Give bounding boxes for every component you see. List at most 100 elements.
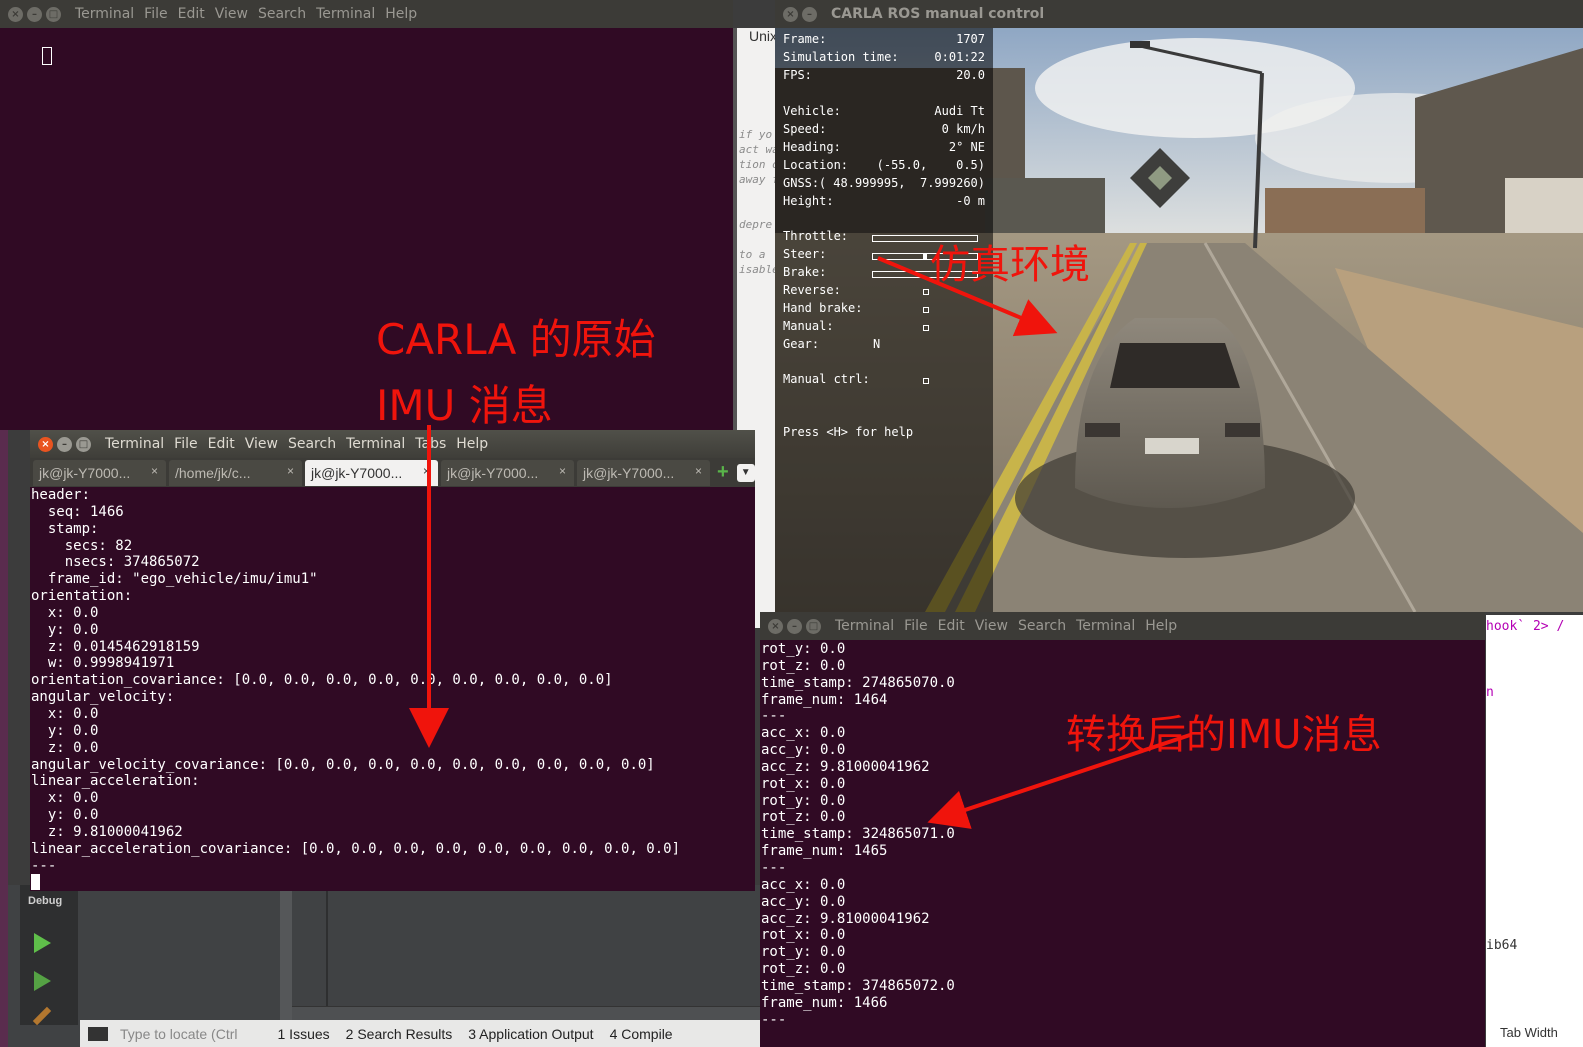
- hud-vehicle-value: Audi Tt: [934, 104, 985, 118]
- tab-label: jk@jk-Y7000...: [447, 464, 539, 481]
- menu-file[interactable]: File: [174, 436, 197, 452]
- close-icon[interactable]: ×: [8, 6, 23, 22]
- terminal-line: rot_y: 0.0: [761, 944, 846, 961]
- tab-list-chevron-down-icon[interactable]: ▼: [736, 463, 755, 482]
- manual-checkbox: [923, 325, 929, 331]
- menu-file[interactable]: File: [904, 618, 927, 634]
- ide-scrollbar[interactable]: [280, 885, 292, 1020]
- menu-tabs[interactable]: Tabs: [415, 436, 446, 452]
- tab-close-icon[interactable]: ×: [695, 464, 702, 478]
- tab-close-icon[interactable]: ×: [423, 464, 430, 478]
- run-icon[interactable]: [34, 933, 51, 953]
- terminal-line: angular_velocity_covariance: [0.0, 0.0, …: [31, 756, 655, 773]
- ide-hscrollbar[interactable]: [292, 1006, 762, 1020]
- maximize-icon[interactable]: □: [806, 618, 821, 634]
- terminal-cursor: [41, 46, 52, 65]
- menu-terminal-2[interactable]: Terminal: [1076, 618, 1135, 634]
- code-fragment: if yo: [739, 128, 773, 141]
- minimize-icon[interactable]: –: [57, 436, 72, 452]
- issues-pane-button[interactable]: 1 Issues: [278, 1026, 330, 1042]
- build-hammer-icon[interactable]: [32, 1006, 52, 1026]
- terminal-cursor: [31, 874, 40, 891]
- search-results-pane-button[interactable]: 2 Search Results: [346, 1026, 453, 1042]
- ide-output-panes-bar: Type to locate (Ctrl 1 Issues 2 Search R…: [80, 1020, 780, 1047]
- hud-help-text: Press <H> for help: [783, 425, 914, 439]
- terminal-line: secs: 82: [31, 537, 133, 554]
- hud-frame-label: Frame:: [783, 32, 827, 46]
- hud-reverse-label: Reverse:: [783, 283, 841, 297]
- application-output-pane-button[interactable]: 3 Application Output: [468, 1026, 593, 1042]
- minimize-icon[interactable]: –: [787, 618, 802, 634]
- debug-run-icon[interactable]: [34, 971, 51, 991]
- terminal-line: nsecs: 374865072: [31, 554, 200, 571]
- tab-close-icon[interactable]: ×: [151, 464, 158, 478]
- hud-hand-brake-label: Hand brake:: [783, 301, 863, 315]
- terminal-line: y: 0.0: [31, 807, 99, 824]
- hud-frame-value: 1707: [956, 32, 985, 46]
- terminal-line: ---: [761, 1011, 787, 1028]
- menu-terminal[interactable]: Terminal: [835, 618, 894, 634]
- hud-throttle-label: Throttle:: [783, 229, 849, 243]
- menu-help[interactable]: Help: [1145, 618, 1177, 634]
- tab-close-icon[interactable]: ×: [559, 464, 566, 478]
- code-fragment: away f: [739, 173, 779, 186]
- menu-terminal[interactable]: Terminal: [105, 436, 164, 452]
- hud-gnss-label: GNSS:: [783, 176, 820, 190]
- menu-search[interactable]: Search: [288, 436, 336, 452]
- tab-label: jk@jk-Y7000...: [39, 464, 131, 481]
- hud-steer-label: Steer:: [783, 247, 827, 261]
- terminal-line: time_stamp: 374865072.0: [761, 977, 955, 994]
- close-icon[interactable]: ×: [38, 436, 53, 452]
- terminal-line: x: 0.0: [31, 790, 99, 807]
- menu-view[interactable]: View: [215, 6, 248, 22]
- terminal-line: orientation_covariance: [0.0, 0.0, 0.0, …: [31, 672, 613, 689]
- terminal-content[interactable]: [0, 28, 733, 430]
- terminal-tab[interactable]: jk@jk-Y7000... ×: [577, 459, 710, 486]
- terminal-tab[interactable]: jk@jk-Y7000... ×: [33, 459, 166, 486]
- menu-terminal-2[interactable]: Terminal: [316, 6, 375, 22]
- close-icon[interactable]: ×: [783, 6, 798, 22]
- hud-overlay: Frame: 1707 Simulation time: 0:01:22 FPS: 2…: [775, 28, 993, 612]
- new-tab-plus-icon[interactable]: +: [717, 461, 729, 484]
- menu-help[interactable]: Help: [456, 436, 488, 452]
- maximize-icon[interactable]: □: [76, 436, 91, 452]
- menu-edit[interactable]: Edit: [938, 618, 965, 634]
- minimize-icon[interactable]: –: [27, 6, 42, 22]
- terminal-tab[interactable]: /home/jk/c... ×: [169, 459, 302, 486]
- terminal-line: ---: [31, 857, 57, 874]
- ide-tab-fragment[interactable]: Unix: [749, 28, 777, 44]
- terminal-line: acc_y: 0.0: [761, 893, 846, 910]
- minimize-icon[interactable]: –: [802, 6, 817, 22]
- compile-output-pane-button[interactable]: 4 Compile: [610, 1026, 673, 1042]
- locator-input[interactable]: Type to locate (Ctrl: [120, 1026, 238, 1042]
- terminal-line: header:: [31, 487, 91, 503]
- terminal-content[interactable]: header: seq: 1466 stamp: secs: 82 nsecs:…: [30, 487, 755, 891]
- terminal-line: rot_y: 0.0: [761, 641, 846, 657]
- hud-height-label: Height:: [783, 194, 834, 208]
- carla-titlebar: × – CARLA ROS manual control: [775, 0, 1583, 28]
- terminal-cursor-line: [31, 874, 755, 891]
- hud-sim-time-value: 0:01:22: [934, 50, 985, 64]
- terminal-line: x: 0.0: [31, 705, 99, 722]
- terminal-line: rot_z: 0.0: [761, 809, 846, 826]
- tab-close-icon[interactable]: ×: [287, 464, 294, 478]
- menu-search[interactable]: Search: [1018, 618, 1066, 634]
- terminal-tab-selected[interactable]: jk@jk-Y7000... ×: [305, 459, 438, 486]
- menu-edit[interactable]: Edit: [208, 436, 235, 452]
- menu-terminal[interactable]: Terminal: [75, 6, 134, 22]
- toggle-sidebar-icon[interactable]: [88, 1026, 108, 1041]
- debug-mode-label[interactable]: Debug: [28, 895, 62, 907]
- menu-terminal-2[interactable]: Terminal: [346, 436, 405, 452]
- hud-speed-label: Speed:: [783, 122, 827, 136]
- terminal-tab[interactable]: jk@jk-Y7000... ×: [441, 459, 574, 486]
- menu-help[interactable]: Help: [385, 6, 417, 22]
- menu-file[interactable]: File: [144, 6, 167, 22]
- menu-view[interactable]: View: [975, 618, 1008, 634]
- menu-edit[interactable]: Edit: [178, 6, 205, 22]
- tab-width-status[interactable]: Tab Width: [1500, 1025, 1558, 1040]
- close-icon[interactable]: ×: [768, 618, 783, 634]
- menu-search[interactable]: Search: [258, 6, 306, 22]
- maximize-icon[interactable]: □: [46, 6, 61, 22]
- terminal-line: acc_z: 9.81000041962: [761, 910, 930, 927]
- menu-view[interactable]: View: [245, 436, 278, 452]
